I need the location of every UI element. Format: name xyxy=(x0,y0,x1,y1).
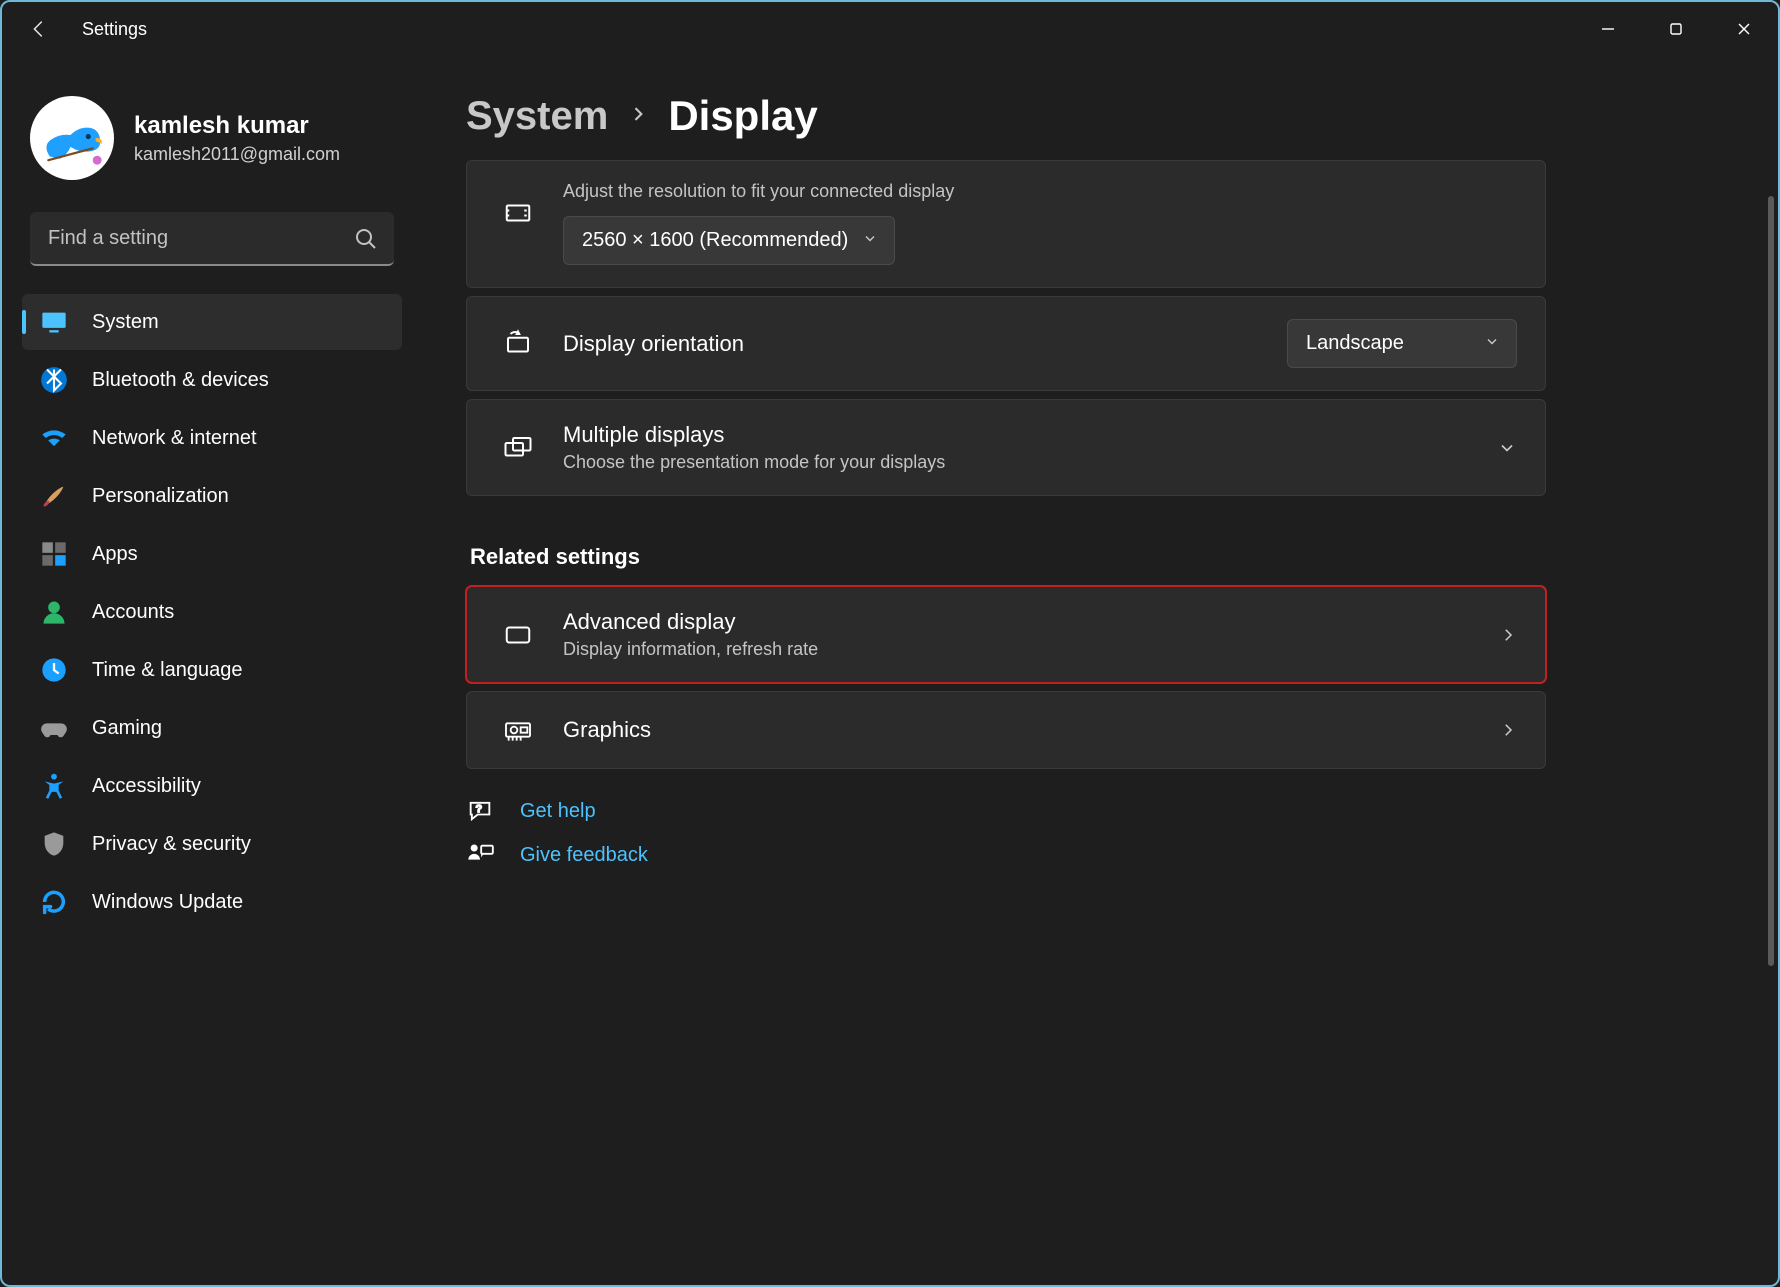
multiple-title: Multiple displays xyxy=(563,422,1469,448)
chevron-down-icon xyxy=(1484,332,1500,355)
get-help-link[interactable]: Get help xyxy=(520,800,596,823)
back-button[interactable] xyxy=(28,18,50,40)
give-feedback-row: Give feedback xyxy=(466,841,1742,869)
apps-icon xyxy=(40,540,68,568)
display-orientation-card: Display orientation Landscape xyxy=(466,296,1546,391)
breadcrumb-root[interactable]: System xyxy=(466,94,608,139)
multiple-displays-card[interactable]: Multiple displays Choose the presentatio… xyxy=(466,399,1546,496)
multiple-sub: Choose the presentation mode for your di… xyxy=(563,452,1469,473)
page-title: Display xyxy=(668,92,817,140)
scrollbar[interactable] xyxy=(1768,196,1774,966)
orientation-title: Display orientation xyxy=(563,331,1259,357)
orientation-dropdown[interactable]: Landscape xyxy=(1287,319,1517,368)
clock-icon xyxy=(40,656,68,684)
profile-name: kamlesh kumar xyxy=(134,112,340,140)
avatar xyxy=(30,96,114,180)
chevron-right-icon xyxy=(628,104,648,129)
advanced-title: Advanced display xyxy=(563,609,1471,635)
sidebar-item-label: Windows Update xyxy=(92,891,243,914)
advanced-display-card[interactable]: Advanced display Display information, re… xyxy=(466,586,1546,683)
breadcrumb: System Display xyxy=(466,92,1742,140)
chevron-right-icon xyxy=(1499,721,1517,739)
app-title: Settings xyxy=(82,19,147,40)
resolution-value: 2560 × 1600 (Recommended) xyxy=(582,229,848,252)
wifi-icon xyxy=(40,424,68,452)
sidebar-item-label: Accounts xyxy=(92,601,174,624)
profile-email: kamlesh2011@gmail.com xyxy=(134,144,340,165)
multiple-displays-icon xyxy=(501,433,535,463)
sidebar-item-network[interactable]: Network & internet xyxy=(22,410,402,466)
get-help-row: ? Get help xyxy=(466,797,1742,825)
close-button[interactable] xyxy=(1710,2,1778,56)
orientation-value: Landscape xyxy=(1306,332,1404,355)
sidebar: kamlesh kumar kamlesh2011@gmail.com Syst… xyxy=(2,56,422,1285)
sidebar-item-apps[interactable]: Apps xyxy=(22,526,402,582)
bluetooth-icon xyxy=(40,366,68,394)
sidebar-item-time-language[interactable]: Time & language xyxy=(22,642,402,698)
sidebar-item-label: System xyxy=(92,311,159,334)
maximize-button[interactable] xyxy=(1642,2,1710,56)
sidebar-item-system[interactable]: System xyxy=(22,294,402,350)
expand-button[interactable] xyxy=(1497,438,1517,458)
display-resolution-card: Adjust the resolution to fit your connec… xyxy=(466,160,1546,288)
update-icon xyxy=(40,888,68,916)
sidebar-item-label: Personalization xyxy=(92,485,229,508)
sidebar-item-personalization[interactable]: Personalization xyxy=(22,468,402,524)
sidebar-item-accounts[interactable]: Accounts xyxy=(22,584,402,640)
brush-icon xyxy=(40,482,68,510)
sidebar-item-label: Bluetooth & devices xyxy=(92,369,269,392)
related-settings-heading: Related settings xyxy=(470,544,1742,570)
help-icon: ? xyxy=(466,797,494,825)
resolution-dropdown[interactable]: 2560 × 1600 (Recommended) xyxy=(563,216,895,265)
give-feedback-link[interactable]: Give feedback xyxy=(520,844,648,867)
title-bar: Settings xyxy=(2,2,1778,56)
shield-icon xyxy=(40,830,68,858)
sidebar-item-label: Apps xyxy=(92,543,138,566)
sidebar-item-accessibility[interactable]: Accessibility xyxy=(22,758,402,814)
minimize-button[interactable] xyxy=(1574,2,1642,56)
resolution-icon xyxy=(501,198,535,228)
monitor-icon xyxy=(40,308,68,336)
graphics-title: Graphics xyxy=(563,717,1471,743)
advanced-sub: Display information, refresh rate xyxy=(563,639,1471,660)
graphics-card[interactable]: Graphics xyxy=(466,691,1546,769)
search-wrap xyxy=(30,212,394,266)
display-icon xyxy=(501,620,535,650)
sidebar-item-bluetooth[interactable]: Bluetooth & devices xyxy=(22,352,402,408)
feedback-icon xyxy=(466,841,494,869)
gamepad-icon xyxy=(40,714,68,742)
search-icon xyxy=(354,227,378,251)
chevron-down-icon xyxy=(862,229,878,252)
orientation-icon xyxy=(501,329,535,359)
sidebar-item-label: Network & internet xyxy=(92,427,257,450)
resolution-desc: Adjust the resolution to fit your connec… xyxy=(563,181,1517,202)
gpu-icon xyxy=(501,714,535,746)
svg-text:?: ? xyxy=(476,803,482,815)
sidebar-item-label: Gaming xyxy=(92,717,162,740)
sidebar-item-label: Privacy & security xyxy=(92,833,251,856)
nav: System Bluetooth & devices Network & int… xyxy=(22,294,402,930)
sidebar-item-label: Accessibility xyxy=(92,775,201,798)
chevron-right-icon xyxy=(1499,626,1517,644)
sidebar-item-gaming[interactable]: Gaming xyxy=(22,700,402,756)
accessibility-icon xyxy=(40,772,68,800)
sidebar-item-privacy[interactable]: Privacy & security xyxy=(22,816,402,872)
search-input[interactable] xyxy=(30,212,394,266)
person-icon xyxy=(40,598,68,626)
profile-block[interactable]: kamlesh kumar kamlesh2011@gmail.com xyxy=(22,96,402,180)
sidebar-item-label: Time & language xyxy=(92,659,242,682)
sidebar-item-windows-update[interactable]: Windows Update xyxy=(22,874,402,930)
content: System Display Adjust the resolution to … xyxy=(422,56,1778,1285)
